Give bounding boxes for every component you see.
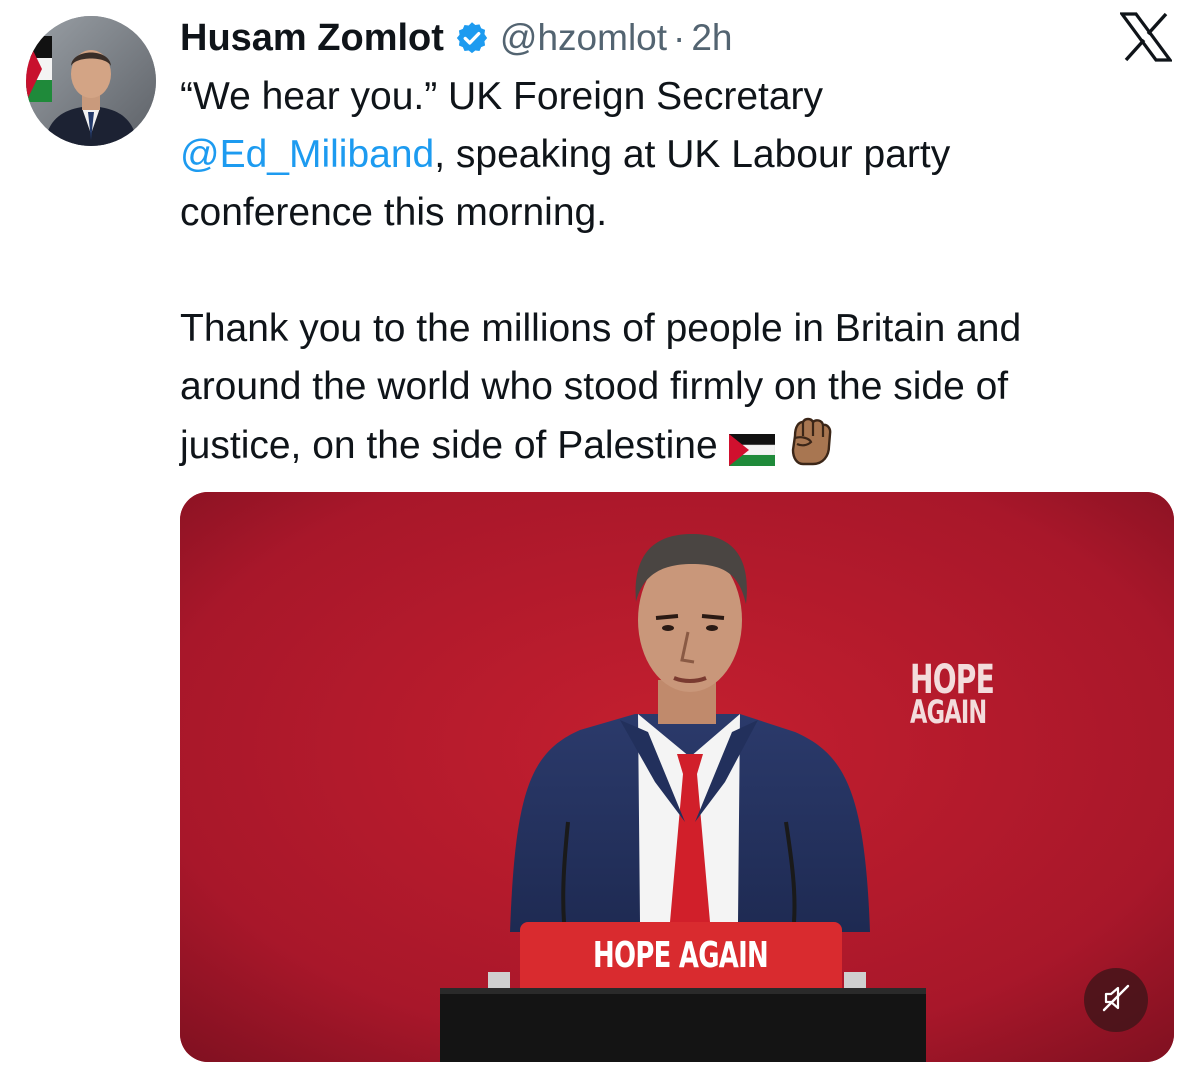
palestine-flag-icon [728,425,775,483]
x-logo-icon[interactable] [1118,12,1174,62]
podium-sign: HOPE AGAIN [520,922,842,988]
speaker-muted-icon [1100,982,1132,1019]
tweet-timestamp[interactable]: 2h [691,17,732,59]
header-separator: · [673,17,686,58]
tweet-text: “We hear you.” UK Foreign Secretary @Ed_… [180,68,1180,483]
tweet-text-part1: “We hear you.” UK Foreign Secretary [180,75,824,118]
video-player[interactable]: HOPE AGAIN HOPE AGAIN [180,492,1174,1062]
podium-sign-text: HOPE AGAIN [593,934,769,976]
background-sign-line2: AGAIN [910,693,987,731]
tweet-header: Husam Zomlot @hzomlot · 2h [180,10,733,66]
background-sign-line1: HOPE [910,657,995,703]
author-handle[interactable]: @hzomlot [500,17,667,59]
background-sign: HOPE AGAIN [910,657,995,731]
raised-fist-icon [785,416,833,483]
avatar-photo [26,16,156,146]
verified-badge-icon [454,20,490,56]
tweet-text-part2: , speaking at UK Labour party conference… [180,133,1022,467]
mention-link[interactable]: @Ed_Miliband [180,133,434,176]
author-display-name[interactable]: Husam Zomlot [180,17,444,60]
mute-toggle-button[interactable] [1084,968,1148,1032]
author-avatar[interactable] [26,16,156,146]
